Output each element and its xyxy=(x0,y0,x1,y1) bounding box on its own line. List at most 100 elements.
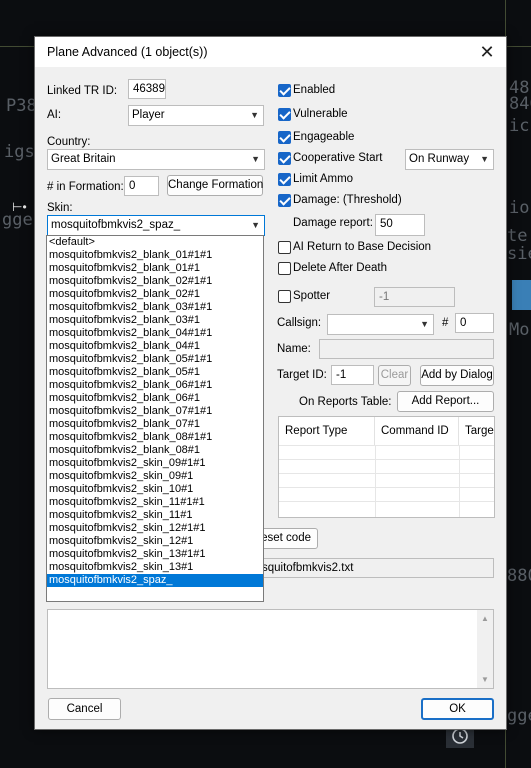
script-file-field[interactable]: squitofbmkvis2.txt xyxy=(257,558,494,578)
vulnerable-checkbox[interactable] xyxy=(278,108,291,121)
skin-option[interactable]: mosquitofbmkvis2_skin_09#1 xyxy=(47,470,263,483)
enabled-checkbox[interactable] xyxy=(278,84,291,97)
chevron-down-icon: ▼ xyxy=(420,319,429,329)
skin-option[interactable]: mosquitofbmkvis2_blank_03#1#1 xyxy=(47,301,263,314)
linked-tr-field[interactable]: 46389 xyxy=(128,79,166,99)
callsign-select[interactable]: ▼ xyxy=(327,314,434,335)
table-row xyxy=(279,501,494,502)
skin-option[interactable]: mosquitofbmkvis2_blank_01#1 xyxy=(47,262,263,275)
skin-option[interactable]: mosquitofbmkvis2_skin_13#1#1 xyxy=(47,548,263,561)
skin-option[interactable]: mosquitofbmkvis2_blank_08#1 xyxy=(47,444,263,457)
table-column-divider xyxy=(375,445,376,517)
cancel-button[interactable]: Cancel xyxy=(48,698,121,720)
add-by-dialog-button[interactable]: Add by Dialog xyxy=(420,365,494,386)
skin-select[interactable]: mosquitofbmkvis2_spaz_ ▼ xyxy=(47,215,265,236)
chevron-down-icon: ▼ xyxy=(251,154,260,164)
chevron-down-icon: ▼ xyxy=(251,220,260,230)
table-column-divider xyxy=(459,445,460,517)
skin-option[interactable]: mosquitofbmkvis2_skin_09#1#1 xyxy=(47,457,263,470)
skin-option[interactable]: mosquitofbmkvis2_skin_11#1#1 xyxy=(47,496,263,509)
skin-option[interactable]: mosquitofbmkvis2_blank_01#1#1 xyxy=(47,249,263,262)
memo-scrollbar[interactable]: ▲ ▼ xyxy=(477,610,493,688)
map-label: 880 xyxy=(507,566,531,586)
damage-label: Damage: (Threshold) xyxy=(293,194,402,206)
ai-return-label: AI Return to Base Decision xyxy=(293,241,432,253)
country-label: Country: xyxy=(47,136,91,148)
skin-option[interactable]: mosquitofbmkvis2_blank_05#1 xyxy=(47,366,263,379)
skin-option[interactable]: mosquitofbmkvis2_blank_07#1 xyxy=(47,418,263,431)
country-select[interactable]: Great Britain ▼ xyxy=(47,149,265,170)
name-label: Name: xyxy=(277,343,311,355)
limit-ammo-checkbox[interactable] xyxy=(278,173,291,186)
clear-button[interactable]: Clear xyxy=(378,365,411,386)
skin-option[interactable]: mosquitofbmkvis2_blank_08#1#1 xyxy=(47,431,263,444)
skin-option[interactable]: mosquitofbmkvis2_skin_13#1 xyxy=(47,561,263,574)
skin-option[interactable]: mosquitofbmkvis2_blank_03#1 xyxy=(47,314,263,327)
map-label: ic xyxy=(509,116,530,136)
skin-option[interactable]: mosquitofbmkvis2_blank_04#1#1 xyxy=(47,327,263,340)
table-header-target[interactable]: Targe xyxy=(459,417,494,445)
plane-marker-icon xyxy=(512,280,531,310)
engageable-checkbox[interactable] xyxy=(278,131,291,144)
damage-report-label: Damage report: xyxy=(293,217,373,229)
damage-checkbox[interactable] xyxy=(278,194,291,207)
ok-button[interactable]: OK xyxy=(421,698,494,720)
delete-after-death-label: Delete After Death xyxy=(293,262,387,274)
spotter-checkbox[interactable] xyxy=(278,290,291,303)
description-memo[interactable]: ▲ ▼ xyxy=(47,609,494,689)
skin-option[interactable]: mosquitofbmkvis2_skin_11#1 xyxy=(47,509,263,522)
chevron-down-icon: ▼ xyxy=(480,154,489,164)
skin-option[interactable]: <default> xyxy=(47,236,263,249)
ai-label: AI: xyxy=(47,109,62,121)
spotter-field[interactable]: -1 xyxy=(374,287,455,307)
skin-option[interactable]: mosquitofbmkvis2_blank_07#1#1 xyxy=(47,405,263,418)
callsign-number-field[interactable]: 0 xyxy=(455,313,494,333)
table-row xyxy=(279,473,494,474)
skin-option[interactable]: mosquitofbmkvis2_blank_02#1 xyxy=(47,288,263,301)
add-report-button[interactable]: Add Report... xyxy=(397,391,494,412)
scroll-down-icon[interactable]: ▼ xyxy=(481,675,489,684)
map-label: Mos xyxy=(509,320,531,340)
skin-option[interactable]: mosquitofbmkvis2_skin_12#1 xyxy=(47,535,263,548)
skin-option[interactable]: mosquitofbmkvis2_blank_06#1#1 xyxy=(47,379,263,392)
reports-table[interactable]: Report Type Command ID Targe xyxy=(278,416,495,518)
target-id-label: Target ID: xyxy=(277,369,327,381)
title-bar: Plane Advanced (1 object(s)) ✕ xyxy=(35,37,506,67)
on-reports-label: On Reports Table: xyxy=(299,396,392,408)
delete-after-death-checkbox[interactable] xyxy=(278,262,291,275)
close-icon[interactable]: ✕ xyxy=(476,41,498,63)
map-label: ggei xyxy=(507,706,531,726)
ai-return-checkbox[interactable] xyxy=(278,241,291,254)
ai-select[interactable]: Player ▼ xyxy=(128,105,264,126)
engageable-label: Engageable xyxy=(293,131,355,143)
table-row xyxy=(279,487,494,488)
vulnerable-label: Vulnerable xyxy=(293,108,348,120)
cooperative-start-checkbox[interactable] xyxy=(278,152,291,165)
target-id-field[interactable]: -1 xyxy=(331,365,374,385)
scroll-up-icon[interactable]: ▲ xyxy=(481,614,489,623)
skin-option[interactable]: mosquitofbmkvis2_blank_04#1 xyxy=(47,340,263,353)
waypoint-icon: ⊢• xyxy=(12,200,27,214)
callsign-label: Callsign: xyxy=(277,317,322,329)
chevron-down-icon: ▼ xyxy=(250,110,259,120)
map-label: 840 xyxy=(509,94,531,114)
name-field[interactable] xyxy=(319,339,494,359)
map-label: igs xyxy=(4,142,35,162)
skin-option[interactable]: mosquitofbmkvis2_spaz_ xyxy=(47,574,263,587)
change-formation-button[interactable]: Change Formation xyxy=(167,175,263,196)
skin-option[interactable]: mosquitofbmkvis2_skin_12#1#1 xyxy=(47,522,263,535)
formation-field[interactable]: 0 xyxy=(124,176,159,196)
start-mode-value: On Runway xyxy=(409,153,470,165)
damage-report-field[interactable]: 50 xyxy=(375,214,425,236)
skin-option[interactable]: mosquitofbmkvis2_blank_06#1 xyxy=(47,392,263,405)
skin-option[interactable]: mosquitofbmkvis2_blank_05#1#1 xyxy=(47,353,263,366)
skin-option[interactable]: mosquitofbmkvis2_skin_10#1 xyxy=(47,483,263,496)
callsign-number-label: # xyxy=(442,317,449,329)
start-mode-select[interactable]: On Runway ▼ xyxy=(405,149,494,170)
table-row xyxy=(279,445,494,446)
skin-option[interactable]: mosquitofbmkvis2_blank_02#1#1 xyxy=(47,275,263,288)
map-label: sie xyxy=(507,244,531,264)
table-header-command-id[interactable]: Command ID xyxy=(375,417,459,445)
skin-dropdown-list[interactable]: <default> mosquitofbmkvis2_blank_01#1#1 mo… xyxy=(46,235,264,602)
table-header-report-type[interactable]: Report Type xyxy=(279,417,375,445)
